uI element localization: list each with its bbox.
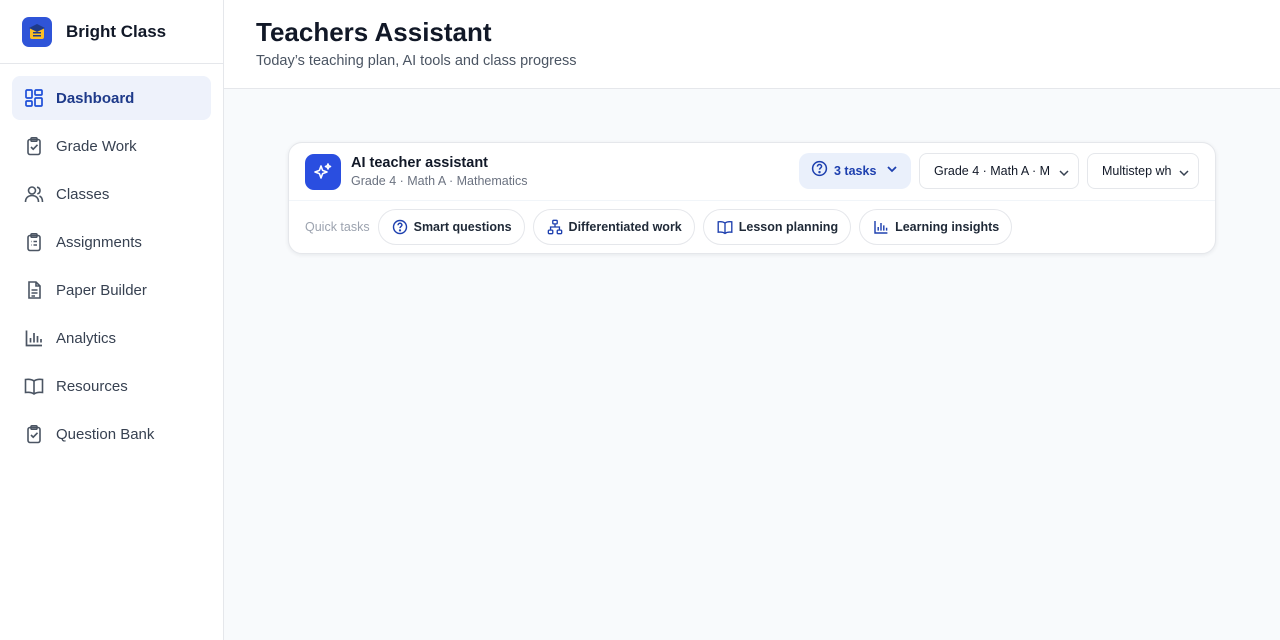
quick-task-label: Differentiated work [568,220,682,234]
quick-task-lesson-planning[interactable]: Lesson planning [702,209,852,245]
ai-assistant-title: AI teacher assistant [351,155,489,171]
quick-task-label: Learning insights [895,220,1000,234]
tasks-dropdown-button[interactable]: 3 tasks [799,153,911,189]
sidebar-item-paper-builder[interactable]: Paper Builder [12,268,211,312]
sidebar-nav: Dashboard Grade Work Classes Assignments… [0,64,223,456]
class-select[interactable]: Grade 4 · Math A · M [919,153,1079,189]
bar-chart-icon [873,219,889,235]
quick-tasks-label: Quick tasks [305,220,370,234]
bar-chart-icon [24,328,44,348]
sidebar-item-label: Assignments [56,233,142,251]
sidebar-item-label: Grade Work [56,137,137,155]
sidebar-item-label: Paper Builder [56,281,147,299]
chevron-down-icon [1178,166,1190,184]
brand-name: Bright Class [66,21,167,41]
chevron-down-icon [1058,166,1070,184]
quick-tasks-row: Quick tasks Smart questions Differentiat… [289,201,1215,253]
ai-assistant-subtitle: Grade 4 · Math A · Mathematics [351,174,528,188]
quick-task-label: Smart questions [413,220,512,234]
ai-assistant-header: AI teacher assistant Grade 4 · Math A · … [289,143,1215,201]
sidebar: Bright Class Dashboard Grade Work Classe… [0,0,224,640]
clipboard-check-icon [24,136,44,156]
question-circle-icon [392,219,408,235]
sidebar-item-label: Analytics [56,329,117,347]
sidebar-item-label: Classes [56,185,110,203]
book-open-icon [24,376,44,396]
brand: Bright Class [0,0,223,64]
dashboard-icon [24,88,44,108]
quick-task-smart-questions[interactable]: Smart questions [377,209,525,245]
sidebar-item-analytics[interactable]: Analytics [12,316,211,360]
clipboard-list-icon [24,232,44,252]
book-open-icon [717,219,733,235]
sidebar-item-question-bank[interactable]: Question Bank [12,412,211,456]
clipboard-check-icon [24,424,44,444]
sidebar-item-assignments[interactable]: Assignments [12,220,211,264]
topic-select[interactable]: Multistep wh [1087,153,1199,189]
sidebar-item-label: Question Bank [56,425,155,443]
sidebar-item-classes[interactable]: Classes [12,172,211,216]
quick-task-differentiated-work[interactable]: Differentiated work [532,209,695,245]
quick-task-label: Lesson planning [738,220,839,234]
sidebar-item-dashboard[interactable]: Dashboard [12,76,211,120]
sparkles-icon [305,153,341,190]
ai-assistant-card: AI teacher assistant Grade 4 · Math A · … [288,142,1216,254]
ai-assistant-text: AI teacher assistant Grade 4 · Math A · … [351,155,527,188]
sidebar-item-label: Resources [56,377,128,395]
sidebar-item-grade-work[interactable]: Grade Work [12,124,211,168]
users-icon [24,184,44,204]
class-select-value: Grade 4 · Math A · M [934,164,1051,178]
sidebar-item-resources[interactable]: Resources [12,364,211,408]
chevron-down-icon [886,162,898,180]
question-circle-icon [811,160,828,182]
tasks-count-label: 3 tasks [834,164,877,178]
hierarchy-icon [547,219,563,235]
page-title: Teachers Assistant [256,17,492,47]
quick-task-learning-insights[interactable]: Learning insights [859,209,1013,245]
page-header: Teachers Assistant Today’s teaching plan… [224,0,1280,89]
topic-select-value: Multistep wh [1102,164,1172,178]
sidebar-item-label: Dashboard [56,89,135,107]
graduation-cap-icon[interactable] [22,16,52,47]
page-subtitle: Today’s teaching plan, AI tools and clas… [256,53,577,69]
document-icon [24,280,44,300]
